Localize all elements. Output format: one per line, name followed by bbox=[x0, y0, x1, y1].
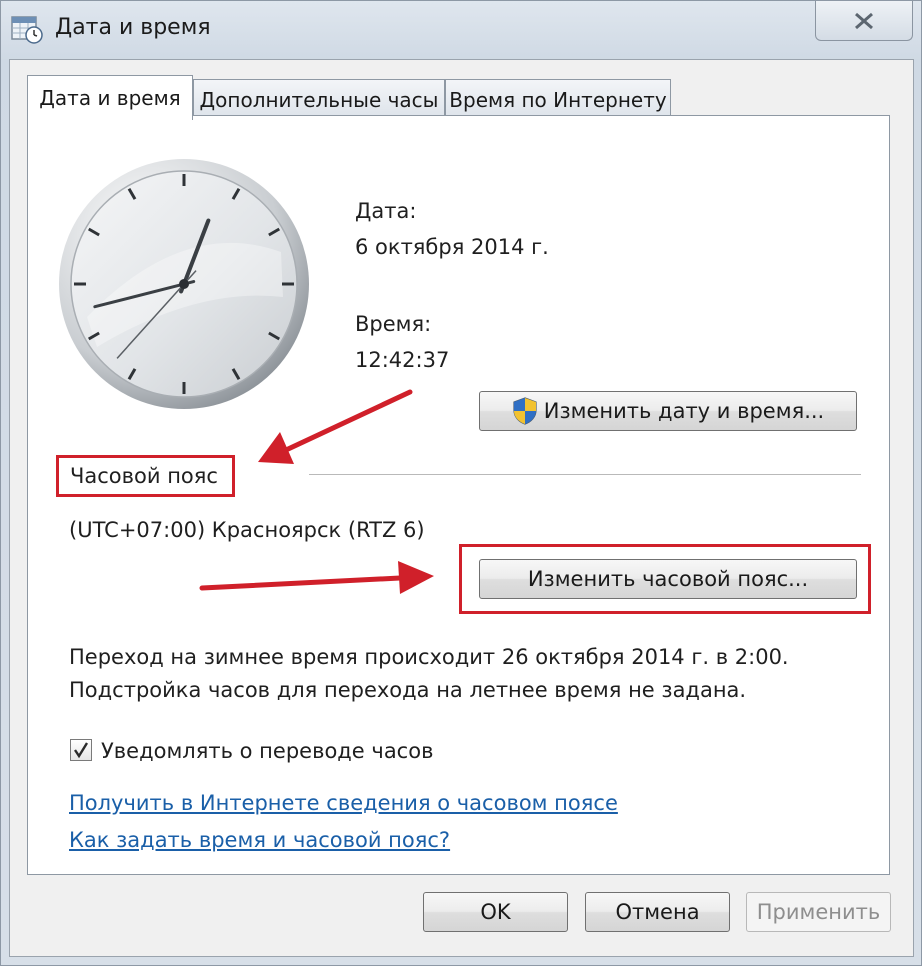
uac-shield-icon bbox=[513, 397, 537, 425]
timezone-online-info-link[interactable]: Получить в Интернете сведения о часовом … bbox=[69, 791, 618, 815]
window-title: Дата и время bbox=[55, 15, 211, 40]
ok-button[interactable]: OK bbox=[423, 892, 568, 932]
tab-label: Время по Интернету bbox=[449, 87, 667, 112]
close-button[interactable] bbox=[815, 1, 913, 41]
apply-label: Применить bbox=[756, 900, 881, 924]
change-date-time-button[interactable]: Изменить дату и время... bbox=[479, 391, 857, 431]
change-date-time-label: Изменить дату и время... bbox=[543, 399, 825, 423]
change-timezone-highlight bbox=[459, 544, 871, 614]
notify-checkbox[interactable] bbox=[70, 739, 92, 761]
date-label: Дата: bbox=[355, 199, 417, 223]
analog-clock bbox=[59, 159, 309, 409]
dst-info-line1: Переход на зимнее время происходит 26 ок… bbox=[69, 645, 789, 669]
cancel-label: Отмена bbox=[615, 900, 700, 924]
notify-label[interactable]: Уведомлять о переводе часов bbox=[101, 739, 433, 763]
date-time-dialog: Дата и время Дата и время Дополнительные… bbox=[0, 0, 922, 966]
tab-date-time[interactable]: Дата и время bbox=[27, 75, 193, 120]
calendar-clock-icon bbox=[11, 16, 43, 44]
date-value: 6 октября 2014 г. bbox=[355, 235, 549, 259]
ok-label: OK bbox=[480, 900, 511, 924]
cancel-button[interactable]: Отмена bbox=[585, 892, 730, 932]
timezone-divider bbox=[309, 474, 861, 475]
tab-internet-time[interactable]: Время по Интернету bbox=[445, 79, 671, 119]
time-label: Время: bbox=[355, 312, 432, 336]
timezone-label-highlight bbox=[56, 455, 235, 497]
close-icon bbox=[855, 12, 873, 29]
time-value: 12:42:37 bbox=[355, 348, 450, 372]
how-to-set-time-link[interactable]: Как задать время и часовой пояс? bbox=[69, 828, 450, 852]
checkmark-icon bbox=[74, 742, 89, 759]
dst-info-line2: Подстройка часов для перехода на летнее … bbox=[69, 678, 747, 702]
tab-additional-clocks[interactable]: Дополнительные часы bbox=[193, 79, 445, 119]
timezone-value: (UTC+07:00) Красноярск (RTZ 6) bbox=[69, 518, 425, 542]
tab-label: Дополнительные часы bbox=[199, 87, 439, 112]
tab-label: Дата и время bbox=[39, 86, 181, 110]
title-bar: Дата и время bbox=[1, 1, 921, 61]
clock-center bbox=[179, 279, 189, 289]
apply-button[interactable]: Применить bbox=[746, 892, 891, 932]
